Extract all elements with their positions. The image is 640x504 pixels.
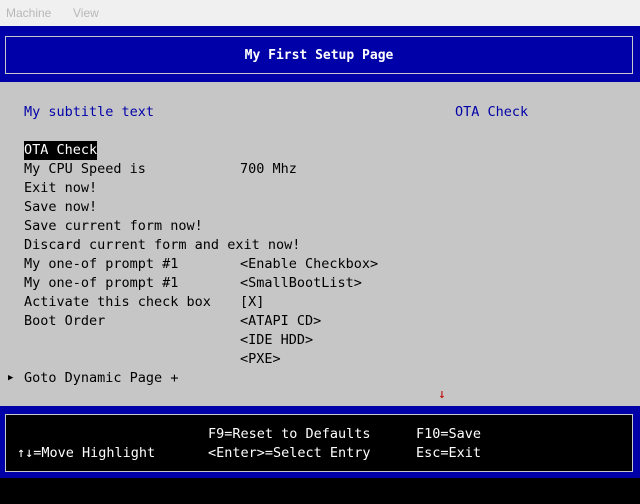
title-frame: My First Setup Page — [5, 36, 633, 74]
title-bar: My First Setup Page — [0, 26, 640, 82]
footer-frame: F9=Reset to Defaults F10=Save ↑↓=Move Hi… — [5, 414, 633, 472]
reset-defaults-hint: F9=Reset to Defaults — [208, 426, 371, 442]
exit-hint: Esc=Exit — [416, 445, 482, 461]
checkbox-label: Activate this check box — [24, 294, 211, 310]
menu-machine[interactable]: Machine — [6, 0, 51, 26]
menu-item-ota-check[interactable]: OTA Check — [24, 141, 98, 160]
help-text: OTA Check — [455, 104, 529, 120]
submenu-arrow-icon: ▶ — [8, 373, 14, 383]
cpu-speed-label: My CPU Speed is — [24, 161, 146, 177]
form-subtitle: My subtitle text — [24, 104, 155, 120]
boot-order-item-atapi[interactable]: <ATAPI CD> — [240, 312, 321, 331]
oneof-prompt-select-2[interactable]: <SmallBootList> — [240, 274, 362, 293]
boot-order-item-pxe[interactable]: <PXE> — [240, 350, 281, 369]
menu-view[interactable]: View — [73, 0, 99, 26]
oneof-prompt-label: My one-of prompt #1 — [24, 256, 179, 272]
scroll-down-arrow-icon: ↓ — [438, 387, 446, 402]
bottom-strip — [0, 478, 640, 504]
oneof-prompt-select[interactable]: <Enable Checkbox> — [240, 255, 378, 274]
oneof-prompt-label-2: My one-of prompt #1 — [24, 275, 179, 291]
move-highlight-hint: ↑↓=Move Highlight — [17, 445, 156, 461]
boot-order-label: Boot Order — [24, 313, 106, 329]
menu-item-exit-now[interactable]: Exit now! — [24, 179, 97, 198]
help-footer: F9=Reset to Defaults F10=Save ↑↓=Move Hi… — [0, 406, 640, 478]
activate-checkbox[interactable]: [X] — [240, 293, 264, 312]
boot-order-item-ide[interactable]: <IDE HDD> — [240, 331, 313, 350]
setup-form: My subtitle text OTA Check OTA Check My … — [0, 82, 640, 406]
select-entry-hint: <Enter>=Select Entry — [208, 445, 371, 461]
goto-suffix: + — [170, 370, 179, 386]
goto-label: Goto Dynamic Page — [24, 370, 163, 386]
save-hint: F10=Save — [416, 426, 482, 442]
menubar: Machine View — [0, 0, 640, 26]
goto-dynamic-page-link[interactable]: Goto Dynamic Page + — [24, 369, 178, 388]
page-title: My First Setup Page — [244, 47, 394, 63]
menu-item-save-form[interactable]: Save current form now! — [24, 217, 203, 236]
menu-item-discard-exit[interactable]: Discard current form and exit now! — [24, 236, 300, 255]
menu-item-save-now[interactable]: Save now! — [24, 198, 97, 217]
cpu-speed-value: 700 Mhz — [240, 161, 297, 177]
